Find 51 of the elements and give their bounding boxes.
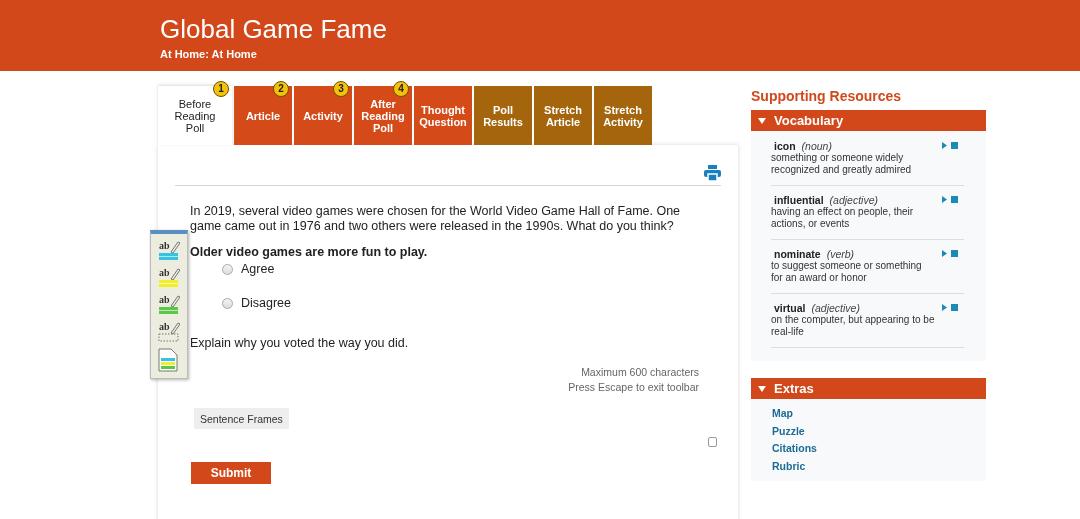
- extras-header[interactable]: Extras: [751, 378, 986, 399]
- step-badge: 2: [273, 81, 289, 97]
- poll-question: Older video games are more fun to play.: [190, 245, 429, 259]
- toolbar-hint: Press Escape to exit toolbar: [568, 380, 699, 393]
- step-badge: 4: [393, 81, 409, 97]
- highlighter-tool[interactable]: ab: [158, 240, 180, 262]
- resource-link[interactable]: Map: [772, 405, 793, 423]
- play-icon[interactable]: [942, 304, 947, 311]
- step-badge: 1: [213, 81, 229, 97]
- word-definition: to suggest someone or something for an award or honor: [771, 260, 923, 284]
- resource-link[interactable]: Citations: [772, 440, 817, 458]
- print-icon[interactable]: [704, 165, 721, 181]
- vocabulary-word: nominate: [774, 248, 821, 260]
- highlighter-tool[interactable]: ab: [158, 267, 180, 289]
- submit-button[interactable]: Submit: [191, 462, 271, 484]
- play-icon[interactable]: [942, 250, 947, 257]
- part-of-speech: (verb): [826, 248, 855, 260]
- vocabulary-word: virtual: [774, 302, 806, 314]
- highlighter-tool[interactable]: ab: [158, 294, 180, 316]
- word-definition: having an effect on people, their actions, or events: [771, 206, 915, 230]
- word-definition: on the computer, but appearing to be real-life: [771, 314, 936, 338]
- option-label: Disagree: [241, 296, 292, 310]
- part-of-speech: (adjective): [829, 194, 879, 206]
- vocabulary-header[interactable]: Vocabulary: [751, 110, 986, 131]
- page-subtitle: At Home: At Home: [160, 48, 257, 60]
- vocabulary-word: icon: [774, 140, 796, 152]
- radio-button[interactable]: [222, 297, 233, 309]
- tab[interactable]: Poll Results: [474, 86, 532, 145]
- clear-highlight-tool[interactable]: ab: [158, 321, 180, 343]
- word-definition: something or someone widely recognized and greatly admired: [771, 152, 913, 176]
- tab[interactable]: Stretch Activity: [594, 86, 652, 145]
- checkbox[interactable]: [708, 437, 717, 447]
- prompt-text: Explain why you voted the way you did.: [190, 336, 410, 350]
- part-of-speech: (noun): [801, 140, 832, 152]
- notes-tool[interactable]: [158, 348, 180, 372]
- intro-text: In 2019, several video games were chosen for the World Video Game Hall of Fame. One game came out in 1976 and two others were released in the 1990s. What do you think?: [190, 204, 682, 234]
- section-heading: Supporting Resources: [751, 88, 903, 104]
- tab[interactable]: Stretch Article: [534, 86, 592, 145]
- part-of-speech: (adjective): [811, 302, 860, 314]
- play-icon[interactable]: [942, 196, 947, 203]
- vocabulary-word: influential: [774, 194, 824, 206]
- play-icon[interactable]: [942, 142, 947, 149]
- page-title: Global Game Fame: [160, 14, 387, 44]
- sentence-frames-button[interactable]: Sentence Frames: [194, 408, 289, 429]
- option-label: Agree: [241, 262, 275, 276]
- character-limit: Maximum 600 characters: [581, 366, 699, 378]
- tab[interactable]: Thought Question: [414, 86, 472, 145]
- resource-link[interactable]: Puzzle: [772, 422, 805, 440]
- resource-link[interactable]: Rubric: [772, 457, 806, 475]
- radio-button[interactable]: [222, 263, 233, 275]
- step-badge: 3: [333, 81, 349, 97]
